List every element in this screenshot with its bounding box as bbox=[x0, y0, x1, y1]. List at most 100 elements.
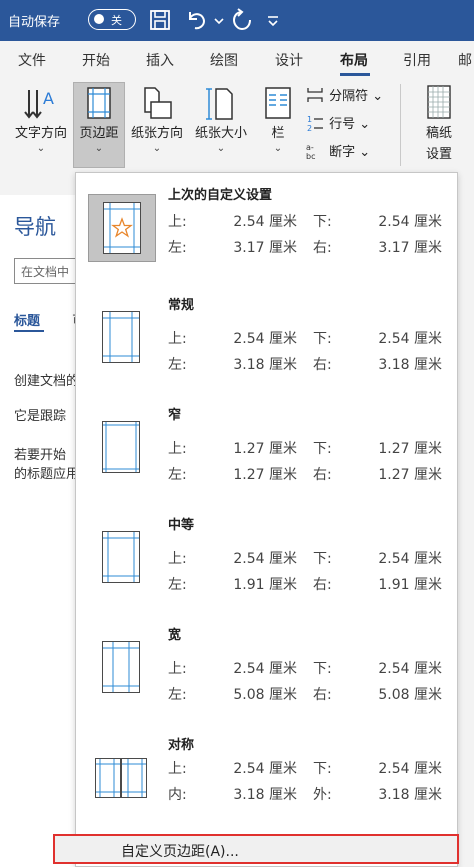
margin-preset-mirrored[interactable]: 对称 上: 2.54 厘米 下: 2.54 厘米 内: 3.18 厘米 外: 3… bbox=[76, 723, 457, 833]
label-top: 上: bbox=[168, 214, 187, 230]
tab-mailings[interactable]: 邮 bbox=[458, 50, 474, 70]
value-left: 5.08 厘米 bbox=[233, 687, 297, 703]
margin-preset-moderate[interactable]: 中等 上: 2.54 厘米 下: 2.54 厘米 左: 1.91 厘米 右: 1… bbox=[76, 503, 457, 613]
size-label: 纸张大小 bbox=[194, 126, 247, 141]
tab-draw[interactable]: 绘图 bbox=[210, 50, 238, 70]
label-top: 上: bbox=[168, 761, 187, 777]
text-direction-icon: A bbox=[24, 89, 54, 119]
label-right: 右: bbox=[313, 577, 332, 593]
page-margin-icon bbox=[103, 312, 139, 362]
undo-icon[interactable] bbox=[185, 8, 209, 32]
label-bottom: 下: bbox=[313, 551, 332, 567]
label-top: 上: bbox=[168, 551, 187, 567]
orientation-icon bbox=[144, 87, 172, 119]
label-right: 右: bbox=[313, 240, 332, 256]
page-thumbnail bbox=[103, 202, 141, 254]
label-left: 左: bbox=[168, 357, 187, 373]
tab-insert[interactable]: 插入 bbox=[146, 50, 174, 70]
chevron-down-icon: ⌄ bbox=[152, 143, 162, 154]
columns-button[interactable]: 栏 ⌄ bbox=[258, 86, 298, 154]
undo-dropdown-icon[interactable] bbox=[212, 8, 226, 32]
svg-text:2: 2 bbox=[307, 124, 312, 132]
nav-tab-headings[interactable]: 标题 bbox=[14, 310, 40, 329]
chevron-down-icon: ⌄ bbox=[359, 117, 371, 132]
label-bottom: 下: bbox=[313, 661, 332, 677]
margin-preset-narrow[interactable]: 窄 上: 1.27 厘米 下: 1.27 厘米 左: 1.27 厘米 右: 1.… bbox=[76, 393, 457, 503]
active-tab-indicator bbox=[340, 73, 370, 76]
autosave-state: 关 bbox=[111, 14, 122, 27]
preset-thumbnail bbox=[88, 194, 156, 262]
chevron-down-icon: ⌄ bbox=[94, 143, 104, 154]
preset-thumbnail bbox=[88, 744, 156, 812]
value-bottom: 2.54 厘米 bbox=[378, 551, 442, 567]
page-margin-icon bbox=[103, 642, 139, 692]
label-left: 左: bbox=[168, 687, 187, 703]
autosave-toggle[interactable]: 关 bbox=[88, 9, 136, 30]
custom-margins-label: 自定义页边距(A)... bbox=[121, 844, 239, 860]
save-icon[interactable] bbox=[148, 8, 172, 32]
star-icon bbox=[111, 217, 133, 238]
preset-name: 中等 bbox=[168, 518, 195, 533]
breaks-icon bbox=[307, 88, 323, 102]
chevron-down-icon: ⌄ bbox=[36, 143, 46, 154]
text-direction-button[interactable]: A 文字方向 ⌄ bbox=[8, 86, 74, 154]
chevron-down-icon: ⌄ bbox=[359, 145, 371, 160]
label-bottom: 下: bbox=[313, 441, 332, 457]
value-bottom: 2.54 厘米 bbox=[378, 761, 442, 777]
tab-file[interactable]: 文件 bbox=[18, 50, 46, 70]
label-bottom: 下: bbox=[313, 761, 332, 777]
label-top: 上: bbox=[168, 331, 187, 347]
line-numbers-button[interactable]: 1 2 行号 ⌄ bbox=[305, 113, 371, 133]
tab-design[interactable]: 设计 bbox=[275, 50, 303, 70]
value-right: 1.27 厘米 bbox=[378, 467, 442, 483]
page-thumbnail-right bbox=[121, 758, 147, 798]
quick-access-more-icon[interactable] bbox=[266, 8, 280, 32]
value-right: 5.08 厘米 bbox=[378, 687, 442, 703]
margins-button[interactable]: 页边距 ⌄ bbox=[73, 86, 125, 154]
preset-thumbnail bbox=[88, 634, 156, 702]
orientation-button[interactable]: 纸张方向 ⌄ bbox=[126, 86, 188, 154]
page-thumbnail bbox=[102, 531, 140, 583]
page-margin-icon bbox=[104, 203, 140, 253]
text-direction-label: 文字方向 bbox=[14, 126, 67, 141]
page-margin-icon bbox=[103, 532, 139, 582]
page-thumbnail-left bbox=[95, 758, 121, 798]
value-inside: 3.18 厘米 bbox=[233, 787, 297, 803]
settings-label: 设置 bbox=[425, 147, 452, 162]
value-top: 2.54 厘米 bbox=[233, 214, 297, 230]
chevron-down-icon: ⌄ bbox=[216, 143, 226, 154]
hyphenation-button[interactable]: a- bc 断字 ⌄ bbox=[305, 141, 371, 161]
tab-layout[interactable]: 布局 bbox=[340, 50, 368, 70]
svg-text:1: 1 bbox=[307, 115, 312, 124]
page-margin-icon bbox=[122, 759, 146, 797]
manuscript-settings-button[interactable]: 稿纸 设置 bbox=[414, 84, 464, 162]
ribbon-separator bbox=[400, 84, 401, 166]
label-left: 左: bbox=[168, 577, 187, 593]
preset-name: 常规 bbox=[168, 298, 195, 313]
tab-references[interactable]: 引用 bbox=[403, 50, 431, 70]
label-top: 上: bbox=[168, 661, 187, 677]
margins-dropdown: 上次的自定义设置 上: 2.54 厘米 下: 2.54 厘米 左: 3.17 厘… bbox=[75, 172, 458, 867]
margin-preset-last-custom[interactable]: 上次的自定义设置 上: 2.54 厘米 下: 2.54 厘米 左: 3.17 厘… bbox=[76, 173, 457, 283]
line-numbers-label: 行号 bbox=[329, 117, 356, 132]
chevron-down-icon: ⌄ bbox=[372, 89, 384, 104]
value-left: 3.18 厘米 bbox=[233, 357, 297, 373]
value-outside: 3.18 厘米 bbox=[378, 787, 442, 803]
svg-text:a-: a- bbox=[306, 143, 314, 152]
custom-margins-button[interactable]: 自定义页边距(A)... bbox=[53, 834, 459, 864]
margin-preset-wide[interactable]: 宽 上: 2.54 厘米 下: 2.54 厘米 左: 5.08 厘米 右: 5.… bbox=[76, 613, 457, 723]
value-bottom: 2.54 厘米 bbox=[378, 331, 442, 347]
redo-icon[interactable] bbox=[230, 8, 254, 32]
tab-home[interactable]: 开始 bbox=[82, 50, 110, 70]
value-bottom: 2.54 厘米 bbox=[378, 661, 442, 677]
breaks-button[interactable]: 分隔符 ⌄ bbox=[305, 85, 383, 104]
nav-title: 导航 bbox=[14, 215, 56, 239]
preset-thumbnail bbox=[88, 414, 156, 482]
margin-preset-normal[interactable]: 常规 上: 2.54 厘米 下: 2.54 厘米 左: 3.18 厘米 右: 3… bbox=[76, 283, 457, 393]
nav-help-line-3: 若要开始 bbox=[14, 448, 67, 463]
label-outside: 外: bbox=[313, 787, 332, 803]
nav-search-input[interactable]: 在文档中 bbox=[14, 258, 78, 284]
size-button[interactable]: 纸张大小 ⌄ bbox=[190, 86, 252, 154]
value-top: 2.54 厘米 bbox=[233, 761, 297, 777]
chevron-down-icon: ⌄ bbox=[273, 143, 283, 154]
